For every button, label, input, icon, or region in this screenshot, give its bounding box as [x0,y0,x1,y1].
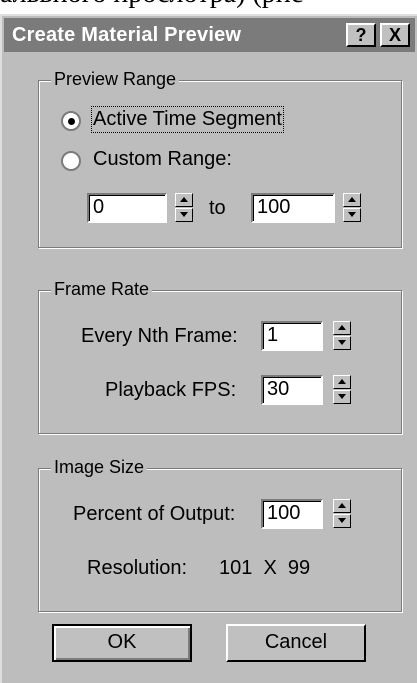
help-button[interactable]: ? [346,23,376,47]
spinner-up-icon[interactable] [175,193,193,207]
range-start-spinner[interactable] [175,193,193,223]
playback-fps-label: Playback FPS: [105,379,237,401]
preview-range-legend: Preview Range [51,69,180,90]
resolution-value: 101 X 99 [219,557,311,579]
frame-rate-legend: Frame Rate [51,279,153,300]
spinner-down-icon[interactable] [175,208,193,222]
preview-range-group: Preview Range Active Time Segment Custom… [38,69,402,248]
range-end-input[interactable]: 100 [251,193,335,223]
spinner-up-icon[interactable] [333,499,351,513]
radio-selected-dot [68,118,75,125]
playback-fps-spinner[interactable] [333,375,351,405]
percent-of-output-spinner[interactable] [333,499,351,529]
background-document-text: альвного прослотра) (рис [0,0,417,8]
range-to-label: to [209,197,226,219]
spinner-up-icon[interactable] [333,375,351,389]
every-nth-frame-spinner[interactable] [333,321,351,351]
ok-button[interactable]: OK [52,624,192,662]
active-time-segment-radio[interactable] [61,111,81,131]
every-nth-frame-input[interactable]: 1 [261,321,323,351]
active-time-segment-label[interactable]: Active Time Segment [91,106,284,133]
every-nth-frame-label: Every Nth Frame: [81,325,238,347]
title-bar[interactable]: Create Material Preview ? X [4,18,415,52]
spinner-up-icon[interactable] [333,321,351,335]
create-material-preview-dialog: Create Material Preview ? X Preview Rang… [0,14,417,683]
image-size-legend: Image Size [51,457,148,478]
range-start-input[interactable]: 0 [87,193,167,223]
spinner-down-icon[interactable] [333,336,351,350]
spinner-down-icon[interactable] [343,208,361,222]
resolution-label: Resolution: [87,557,188,579]
spinner-down-icon[interactable] [333,514,351,528]
custom-range-radio[interactable] [61,151,81,171]
percent-of-output-input[interactable]: 100 [261,499,323,529]
playback-fps-input[interactable]: 30 [261,375,323,405]
spinner-down-icon[interactable] [333,390,351,404]
cancel-button[interactable]: Cancel [226,624,366,662]
frame-rate-group: Frame Rate Every Nth Frame: 1 Playback F… [38,279,402,434]
percent-of-output-label: Percent of Output: [73,503,236,525]
spinner-up-icon[interactable] [343,193,361,207]
custom-range-label[interactable]: Custom Range: [93,148,232,171]
range-end-spinner[interactable] [343,193,361,223]
window-title: Create Material Preview [12,24,242,46]
close-button[interactable]: X [380,23,410,47]
image-size-group: Image Size Percent of Output: 100 Resolu… [38,457,402,612]
